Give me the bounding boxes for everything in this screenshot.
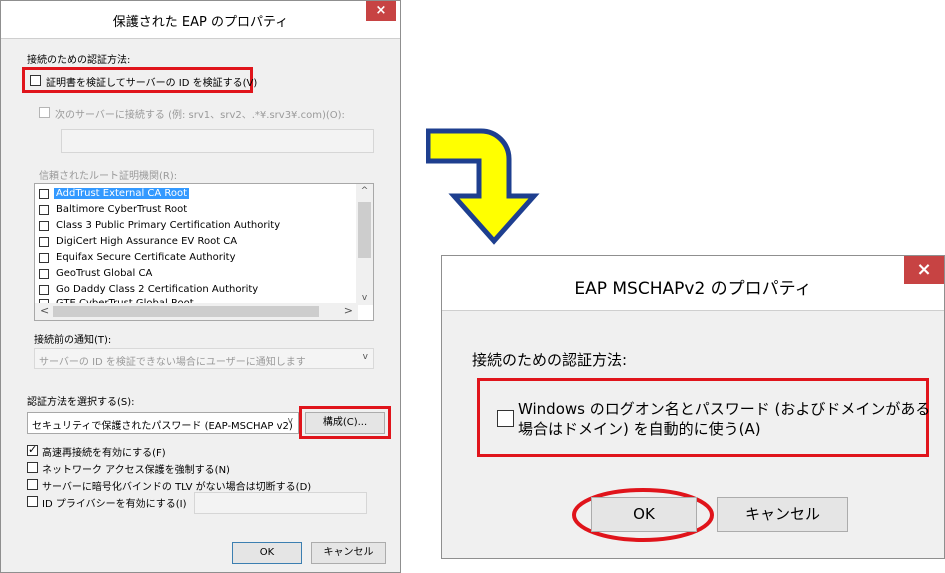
list-item[interactable]: AddTrust External CA Root bbox=[39, 186, 190, 201]
dialog1-close-button[interactable]: × bbox=[366, 1, 396, 21]
dialog2-titlebar: EAP MSCHAPv2 のプロパティ × bbox=[442, 256, 944, 311]
windows-logon-label-line2: 場合はドメイン) を自動的に使う(A) bbox=[518, 420, 761, 438]
list-item[interactable]: Baltimore CyberTrust Root bbox=[39, 202, 189, 217]
scroll-left-icon[interactable]: < bbox=[40, 304, 49, 317]
list-item[interactable]: Equifax Secure Certificate Authority bbox=[39, 250, 238, 265]
fast-reconnect-label: 高速再接続を有効にする(F) bbox=[42, 448, 166, 459]
list-item-checkbox[interactable] bbox=[39, 188, 49, 199]
list-item-checkbox[interactable] bbox=[39, 268, 49, 279]
configure-button[interactable]: 構成(C)... bbox=[305, 412, 385, 434]
pre-connect-value: サーバーの ID を検証できない場合にユーザーに通知します bbox=[39, 357, 306, 368]
list-item-checkbox[interactable] bbox=[39, 284, 49, 295]
list-item[interactable]: GeoTrust Global CA bbox=[39, 266, 154, 281]
dialog1-cancel-button[interactable]: キャンセル bbox=[311, 542, 386, 564]
verify-cert-checkbox[interactable] bbox=[30, 75, 41, 86]
list-item-checkbox[interactable] bbox=[39, 220, 49, 231]
list-vertical-scrollbar[interactable]: ^ v bbox=[356, 184, 373, 305]
list-horizontal-scrollbar[interactable]: < > bbox=[35, 303, 358, 320]
list-item[interactable]: Go Daddy Class 2 Certification Authority bbox=[39, 282, 260, 297]
pre-connect-dropdown[interactable]: サーバーの ID を検証できない場合にユーザーに通知します v bbox=[34, 348, 374, 369]
tlv-label: サーバーに暗号化バインドの TLV がない場合は切断する(D) bbox=[42, 482, 312, 493]
dialog1-titlebar: 保護された EAP のプロパティ × bbox=[1, 1, 400, 39]
nap-label: ネットワーク アクセス保護を強制する(N) bbox=[42, 465, 230, 476]
nap-checkbox[interactable] bbox=[27, 462, 38, 473]
scroll-right-icon[interactable]: > bbox=[344, 304, 353, 317]
trusted-root-list[interactable]: AddTrust External CA Root Baltimore Cybe… bbox=[34, 183, 374, 321]
protected-eap-dialog: 保護された EAP のプロパティ × 接続のための認証方法: 証明書を検証してサ… bbox=[0, 0, 401, 573]
auth-method-label: 接続のための認証方法: bbox=[27, 55, 131, 66]
windows-logon-checkbox[interactable] bbox=[497, 410, 514, 427]
dialog2-title: EAP MSCHAPv2 のプロパティ bbox=[574, 279, 812, 299]
flow-arrow-icon bbox=[425, 121, 546, 246]
fast-reconnect-checkbox[interactable] bbox=[27, 443, 38, 457]
chevron-down-icon: v bbox=[362, 352, 368, 362]
id-privacy-input[interactable] bbox=[194, 492, 367, 514]
id-privacy-label: ID プライバシーを有効にする(I) bbox=[42, 499, 187, 510]
verify-cert-label: 証明書を検証してサーバーの ID を検証する(V) bbox=[46, 78, 258, 89]
dialog2-close-button[interactable]: × bbox=[904, 256, 944, 284]
select-method-label: 認証方法を選択する(S): bbox=[27, 397, 135, 408]
dialog2-cancel-button[interactable]: キャンセル bbox=[717, 497, 848, 532]
list-item[interactable]: Class 3 Public Primary Certification Aut… bbox=[39, 218, 282, 233]
dialog2-ok-button[interactable]: OK bbox=[591, 497, 697, 532]
list-item[interactable]: DigiCert High Assurance EV Root CA bbox=[39, 234, 239, 249]
server-names-input[interactable] bbox=[61, 129, 374, 153]
scroll-thumb[interactable] bbox=[358, 202, 371, 258]
connect-servers-label: 次のサーバーに接続する (例: srv1、srv2、.*¥.srv3¥.com)… bbox=[55, 110, 345, 121]
auth-method-value: セキュリティで保護されたパスワード (EAP-MSCHAP v2) bbox=[32, 421, 293, 432]
dialog1-title: 保護された EAP のプロパティ bbox=[112, 15, 289, 30]
list-item-checkbox[interactable] bbox=[39, 204, 49, 215]
tlv-checkbox[interactable] bbox=[27, 479, 38, 490]
connect-servers-checkbox[interactable] bbox=[39, 107, 50, 118]
trusted-root-label: 信頼されたルート証明機関(R): bbox=[39, 171, 178, 182]
scroll-down-icon[interactable]: v bbox=[356, 293, 373, 303]
windows-logon-label-line1: Windows のログオン名とパスワード (およびドメインがある bbox=[518, 400, 931, 418]
scroll-up-icon[interactable]: ^ bbox=[356, 186, 373, 196]
auth-method-dropdown[interactable]: セキュリティで保護されたパスワード (EAP-MSCHAP v2) v bbox=[27, 412, 299, 434]
eap-mschapv2-dialog: EAP MSCHAPv2 のプロパティ × 接続のための認証方法: Window… bbox=[441, 255, 945, 559]
list-item-checkbox[interactable] bbox=[39, 252, 49, 263]
list-item-checkbox[interactable] bbox=[39, 236, 49, 247]
scroll-thumb[interactable] bbox=[53, 306, 319, 317]
id-privacy-checkbox[interactable] bbox=[27, 496, 38, 507]
dialog2-auth-method-label: 接続のための認証方法: bbox=[472, 351, 628, 369]
chevron-down-icon: v bbox=[287, 416, 293, 426]
dialog1-ok-button[interactable]: OK bbox=[232, 542, 302, 564]
pre-connect-label: 接続前の通知(T): bbox=[34, 335, 112, 346]
